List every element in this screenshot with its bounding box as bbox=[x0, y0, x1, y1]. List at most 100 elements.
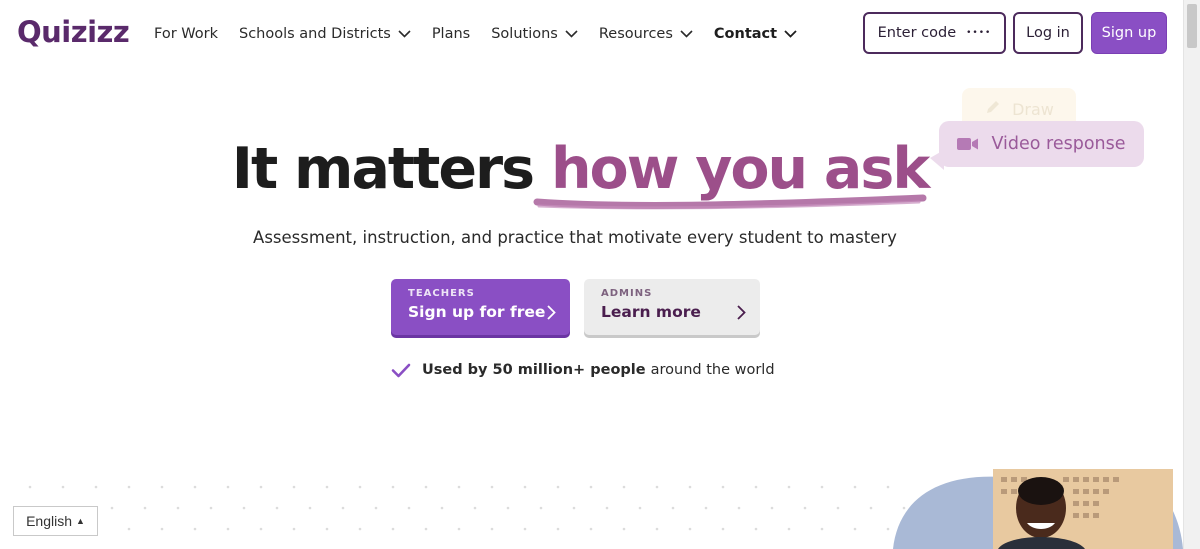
signup-button[interactable]: Sign up bbox=[1091, 12, 1167, 54]
decorative-dot bbox=[622, 527, 626, 531]
login-button[interactable]: Log in bbox=[1013, 12, 1083, 54]
decorative-dot bbox=[176, 506, 180, 510]
decorative-dot bbox=[803, 506, 807, 510]
decorative-dot bbox=[572, 506, 576, 510]
decorative-dot bbox=[160, 485, 164, 489]
nav-label: Schools and Districts bbox=[238, 26, 391, 42]
caret-up-icon: ▲ bbox=[76, 516, 85, 526]
nav-solutions[interactable]: Solutions bbox=[491, 26, 578, 42]
chevron-down-icon bbox=[784, 26, 797, 42]
decorative-dot bbox=[622, 485, 626, 489]
decorative-dot bbox=[886, 485, 890, 489]
decorative-dot bbox=[358, 485, 362, 489]
decorative-dot bbox=[886, 527, 890, 531]
nav-schools-and-districts[interactable]: Schools and Districts bbox=[239, 26, 411, 42]
decorative-dot bbox=[704, 506, 708, 510]
decorative-dot bbox=[754, 527, 758, 531]
decorative-dot bbox=[407, 506, 411, 510]
decorative-dot bbox=[869, 506, 873, 510]
decorative-dot bbox=[424, 485, 428, 489]
decorative-dot bbox=[358, 527, 362, 531]
nav-label: Contact bbox=[713, 26, 778, 42]
language-selector[interactable]: English ▲ bbox=[13, 506, 98, 536]
decorative-dot bbox=[28, 485, 32, 489]
nav-contact[interactable]: Contact bbox=[714, 26, 797, 42]
usage-claim-rest: around the world bbox=[650, 362, 775, 378]
hero-subhead: Assessment, instruction, and practice th… bbox=[253, 228, 897, 247]
decorative-dot bbox=[655, 527, 659, 531]
admins-eyebrow: ADMINS bbox=[601, 288, 653, 299]
decorative-dot bbox=[143, 506, 147, 510]
decorative-dot bbox=[226, 527, 230, 531]
page-scrollbar[interactable] bbox=[1183, 0, 1200, 549]
draw-chip-label: Draw bbox=[1012, 99, 1054, 119]
decorative-dot bbox=[457, 485, 461, 489]
nav-label: Resources bbox=[598, 26, 673, 42]
decorative-dot bbox=[341, 506, 345, 510]
decorative-dot bbox=[539, 506, 543, 510]
admins-learn-more-button[interactable]: ADMINS Learn more bbox=[584, 279, 760, 335]
decorative-dot bbox=[787, 485, 791, 489]
decorative-dot bbox=[242, 506, 246, 510]
decorative-dot bbox=[655, 485, 659, 489]
signup-label: Sign up bbox=[1101, 25, 1157, 41]
chevron-down-icon bbox=[565, 26, 578, 42]
nav-resources[interactable]: Resources bbox=[599, 26, 693, 42]
decorative-dot bbox=[391, 485, 395, 489]
decorative-dot bbox=[457, 527, 461, 531]
decorative-dot bbox=[193, 485, 197, 489]
decorative-dot bbox=[605, 506, 609, 510]
decorative-dot bbox=[127, 485, 131, 489]
decorative-dot bbox=[721, 527, 725, 531]
nav-plans[interactable]: Plans bbox=[432, 26, 470, 42]
chevron-down-icon bbox=[680, 26, 693, 42]
decorative-dot bbox=[556, 485, 560, 489]
decorative-dot bbox=[638, 506, 642, 510]
decorative-dot bbox=[292, 485, 296, 489]
decorative-dot bbox=[94, 485, 98, 489]
decorative-dot bbox=[308, 506, 312, 510]
decorative-dot bbox=[127, 527, 131, 531]
admins-cta-label: Learn more bbox=[601, 303, 701, 321]
enter-code-button[interactable]: Enter code •••• bbox=[863, 12, 1006, 54]
decorative-dot bbox=[721, 485, 725, 489]
quizizz-logo[interactable]: Quizizz bbox=[17, 14, 130, 50]
decorative-dot bbox=[424, 527, 428, 531]
decorative-dot bbox=[688, 485, 692, 489]
teachers-signup-button[interactable]: TEACHERS Sign up for free bbox=[391, 279, 570, 335]
decorative-dot bbox=[770, 506, 774, 510]
usage-claim: Used by 50 million+ people around the wo… bbox=[391, 362, 775, 378]
chevron-right-icon bbox=[547, 305, 556, 324]
decorative-dot bbox=[193, 527, 197, 531]
scrollbar-thumb[interactable] bbox=[1187, 4, 1197, 48]
decorative-dot bbox=[259, 527, 263, 531]
student-photo bbox=[893, 463, 1183, 549]
decorative-dot bbox=[292, 527, 296, 531]
checkmark-icon bbox=[391, 363, 411, 378]
enter-code-label: Enter code bbox=[877, 25, 957, 41]
decorative-dot bbox=[820, 485, 824, 489]
headline-plain: It matters bbox=[231, 136, 551, 202]
decorative-dot bbox=[391, 527, 395, 531]
decorative-dot bbox=[836, 506, 840, 510]
decorative-dot bbox=[754, 485, 758, 489]
decorative-dot bbox=[325, 527, 329, 531]
code-dots: •••• bbox=[966, 28, 992, 38]
decorative-dot bbox=[490, 485, 494, 489]
decorative-dot bbox=[737, 506, 741, 510]
nav-for-work[interactable]: For Work bbox=[154, 26, 218, 42]
main-nav: For Work Schools and Districts Plans Sol… bbox=[154, 22, 818, 46]
decorative-dot bbox=[490, 527, 494, 531]
pencil-icon bbox=[984, 98, 1002, 120]
nav-label: Solutions bbox=[491, 26, 558, 42]
decorative-dot bbox=[589, 485, 593, 489]
nav-label: For Work bbox=[154, 26, 218, 42]
decorative-dot bbox=[787, 527, 791, 531]
headline-underline-stroke bbox=[533, 194, 927, 210]
chevron-down-icon bbox=[398, 26, 411, 42]
decorative-dot bbox=[61, 485, 65, 489]
decorative-dot bbox=[853, 527, 857, 531]
decorative-dot bbox=[671, 506, 675, 510]
decorative-dot bbox=[160, 527, 164, 531]
decorative-dot bbox=[325, 485, 329, 489]
